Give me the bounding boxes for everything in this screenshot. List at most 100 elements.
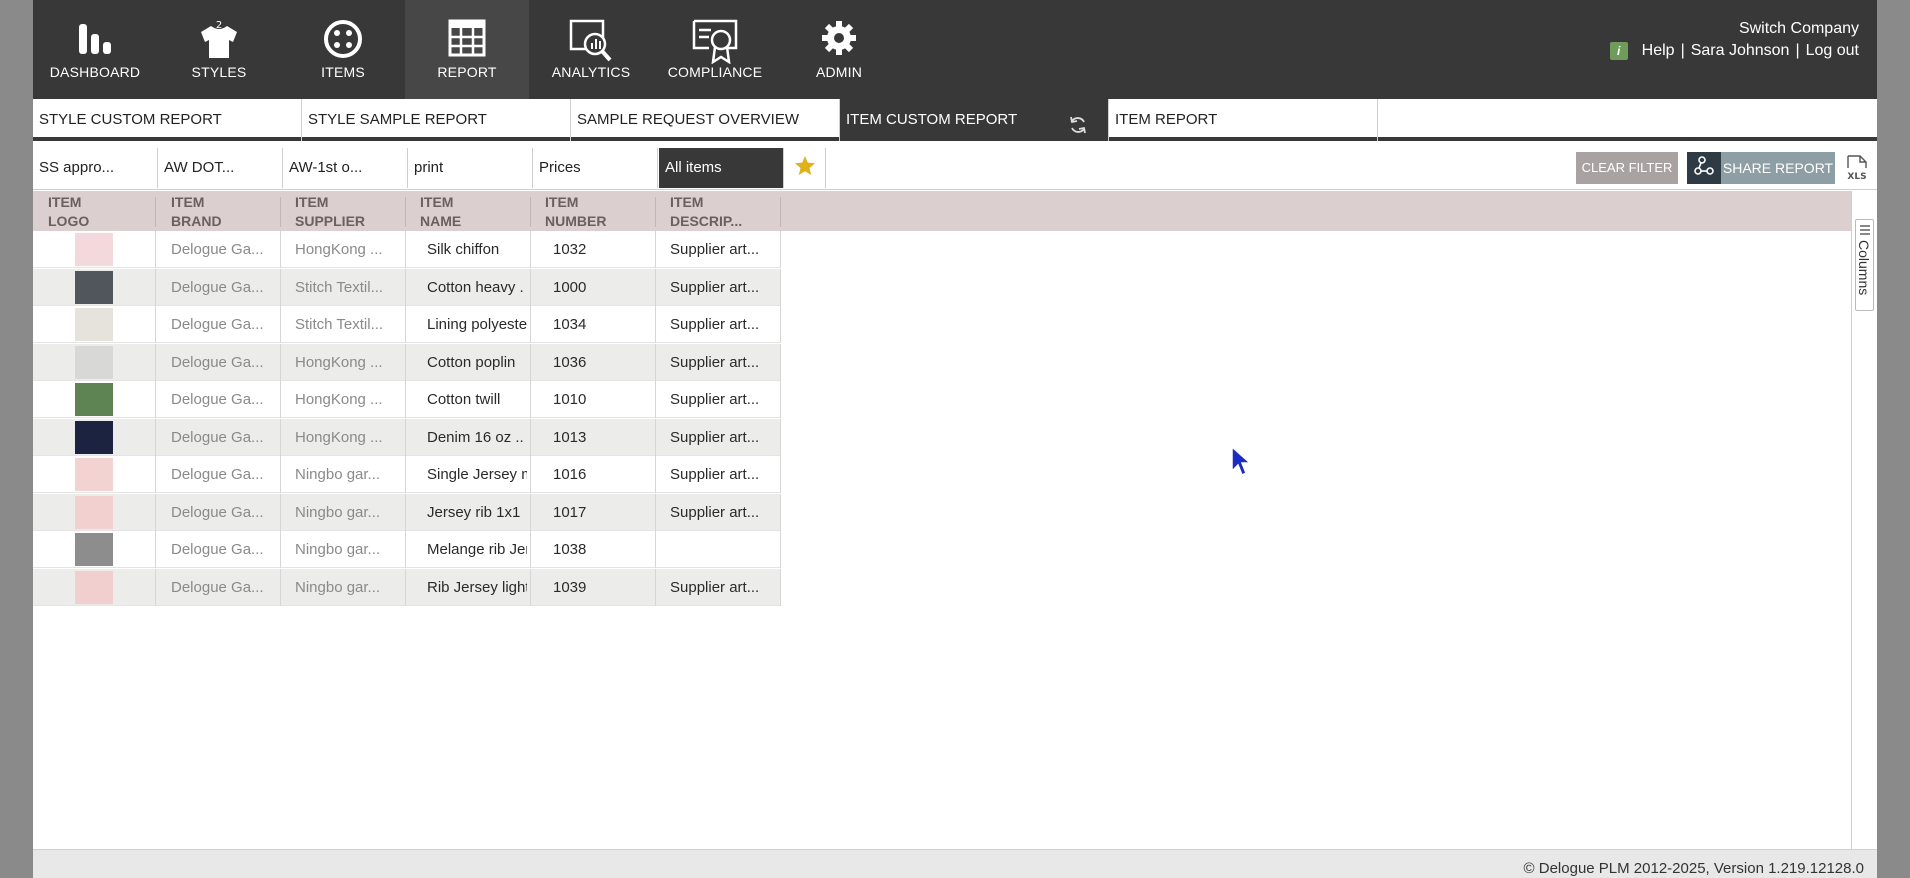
cell-item-number[interactable]: 1017 [553, 494, 655, 531]
share-report-button[interactable]: SHARE REPORT [1721, 152, 1835, 184]
table-row[interactable]: Delogue Ga... Ningbo gar... Rib Jersey lig… [33, 568, 781, 606]
table-row[interactable]: Delogue Ga... HongKong ... Cotton poplin 10… [33, 343, 781, 381]
cell-item-number[interactable]: 1000 [553, 269, 655, 306]
cell-item-name[interactable]: Silk chiffon [427, 231, 527, 268]
cell-item-description[interactable]: Supplier art... [670, 494, 772, 531]
favorite-star-button[interactable] [784, 148, 826, 188]
cell-item-number[interactable]: 1036 [553, 344, 655, 381]
cell-item-number[interactable]: 1016 [553, 456, 655, 493]
cell-item-supplier[interactable]: Stitch Textil... [295, 269, 397, 306]
cell-item-description[interactable]: Supplier art... [670, 231, 772, 268]
column-divider[interactable] [155, 197, 156, 227]
cell-item-logo[interactable] [33, 456, 155, 493]
nav-styles[interactable]: 2 STYLES [157, 0, 281, 99]
column-divider[interactable] [780, 197, 781, 227]
saved-filter[interactable]: AW DOT... [158, 148, 283, 188]
cell-item-supplier[interactable]: Stitch Textil... [295, 306, 397, 343]
help-link[interactable]: Help [1642, 40, 1675, 62]
cell-item-logo[interactable] [33, 231, 155, 268]
nav-compliance[interactable]: COMPLIANCE [653, 0, 777, 99]
share-icon-button[interactable] [1687, 152, 1721, 184]
cell-item-name[interactable]: Cotton twill [427, 381, 527, 418]
columns-toggle-button[interactable]: Columns [1855, 219, 1874, 311]
cell-item-number[interactable]: 1034 [553, 306, 655, 343]
cell-item-brand[interactable]: Delogue Ga... [171, 569, 273, 606]
cell-item-logo[interactable] [33, 569, 155, 606]
item-thumbnail[interactable] [75, 270, 113, 304]
saved-filter[interactable]: AW-1st o... [283, 148, 408, 188]
nav-analytics[interactable]: ANALYTICS [529, 0, 653, 99]
item-thumbnail[interactable] [75, 233, 113, 266]
cell-item-name[interactable]: Cotton poplin [427, 344, 527, 381]
cell-item-name[interactable]: Rib Jersey light [427, 569, 527, 606]
cell-item-name[interactable]: Single Jersey m [427, 456, 527, 493]
cell-item-supplier[interactable]: Ningbo gar... [295, 569, 397, 606]
item-thumbnail[interactable] [75, 308, 113, 341]
saved-filter[interactable]: SS appro... [33, 148, 158, 188]
table-row[interactable]: Delogue Ga... Stitch Textil... Cotton heav… [33, 268, 781, 306]
cell-item-description[interactable]: Supplier art... [670, 381, 772, 418]
cell-item-brand[interactable]: Delogue Ga... [171, 381, 273, 418]
cell-item-name[interactable]: Jersey rib 1x1 [427, 494, 527, 531]
column-header-item-logo[interactable]: ITEM LOGO [48, 191, 148, 231]
cell-item-number[interactable]: 1010 [553, 381, 655, 418]
column-header-item-number[interactable]: ITEM NUMBER [545, 191, 645, 231]
table-row[interactable]: Delogue Ga... HongKong ... Cotton twill 101… [33, 381, 781, 418]
nav-items[interactable]: ITEMS [281, 0, 405, 99]
cell-item-description[interactable]: Supplier art... [670, 344, 772, 381]
nav-report[interactable]: REPORT [405, 0, 529, 99]
column-divider[interactable] [405, 197, 406, 227]
cell-item-number[interactable]: 1013 [553, 419, 655, 456]
item-thumbnail[interactable] [75, 533, 113, 566]
item-thumbnail[interactable] [75, 345, 113, 379]
column-divider[interactable] [655, 197, 656, 227]
tab-style-sample-report[interactable]: STYLE SAMPLE REPORT [302, 99, 571, 141]
saved-filter-active[interactable]: All items [659, 148, 784, 188]
user-name-link[interactable]: Sara Johnson [1691, 40, 1790, 62]
column-header-item-supplier[interactable]: ITEM SUPPLIER [295, 191, 395, 231]
table-row[interactable]: Delogue Ga... Ningbo gar... Jersey rib 1x1… [33, 493, 781, 531]
cell-item-name[interactable]: Melange rib Jer [427, 531, 527, 568]
tab-item-custom-report[interactable]: ITEM CUSTOM REPORT [840, 99, 1109, 141]
cell-item-brand[interactable]: Delogue Ga... [171, 306, 273, 343]
column-header-item-brand[interactable]: ITEM BRAND [171, 191, 271, 231]
cell-item-logo[interactable] [33, 306, 155, 343]
cell-item-logo[interactable] [33, 344, 155, 381]
cell-item-description[interactable]: Supplier art... [670, 456, 772, 493]
cell-item-brand[interactable]: Delogue Ga... [171, 456, 273, 493]
cell-item-description[interactable]: Supplier art... [670, 419, 772, 456]
cell-item-logo[interactable] [33, 531, 155, 568]
cell-item-supplier[interactable]: HongKong ... [295, 344, 397, 381]
cell-item-logo[interactable] [33, 269, 155, 306]
table-row[interactable]: Delogue Ga... Ningbo gar... Melange rib Je… [33, 531, 781, 568]
cell-item-supplier[interactable]: Ningbo gar... [295, 531, 397, 568]
cell-item-brand[interactable]: Delogue Ga... [171, 531, 273, 568]
info-icon[interactable]: i [1609, 42, 1628, 60]
tab-sample-request-overview[interactable]: SAMPLE REQUEST OVERVIEW [571, 99, 840, 141]
cell-item-number[interactable]: 1032 [553, 231, 655, 268]
cell-item-brand[interactable]: Delogue Ga... [171, 494, 273, 531]
cell-item-name[interactable]: Lining polyeste [427, 306, 527, 343]
column-divider[interactable] [280, 197, 281, 227]
tab-item-report[interactable]: ITEM REPORT [1109, 99, 1378, 141]
cell-item-brand[interactable]: Delogue Ga... [171, 269, 273, 306]
tab-style-custom-report[interactable]: STYLE CUSTOM REPORT [33, 99, 302, 141]
saved-filter[interactable]: print [408, 148, 533, 188]
cell-item-number[interactable]: 1038 [553, 531, 655, 568]
cell-item-supplier[interactable]: Ningbo gar... [295, 456, 397, 493]
cell-item-supplier[interactable]: Ningbo gar... [295, 494, 397, 531]
cell-item-brand[interactable]: Delogue Ga... [171, 344, 273, 381]
cell-item-brand[interactable]: Delogue Ga... [171, 231, 273, 268]
cell-item-supplier[interactable]: HongKong ... [295, 419, 397, 456]
item-thumbnail[interactable] [75, 383, 113, 416]
nav-admin[interactable]: ADMIN [777, 0, 901, 99]
item-thumbnail[interactable] [75, 570, 113, 604]
cell-item-name[interactable]: Denim 16 oz .. [427, 419, 527, 456]
cell-item-supplier[interactable]: HongKong ... [295, 381, 397, 418]
cell-item-description[interactable] [670, 531, 772, 568]
saved-filter[interactable]: Prices [533, 148, 658, 188]
xls-export-icon[interactable]: XLS [1845, 154, 1869, 182]
logout-link[interactable]: Log out [1806, 40, 1859, 62]
table-row[interactable]: Delogue Ga... HongKong ... Silk chiffon 103… [33, 231, 781, 268]
item-thumbnail[interactable] [75, 458, 113, 491]
